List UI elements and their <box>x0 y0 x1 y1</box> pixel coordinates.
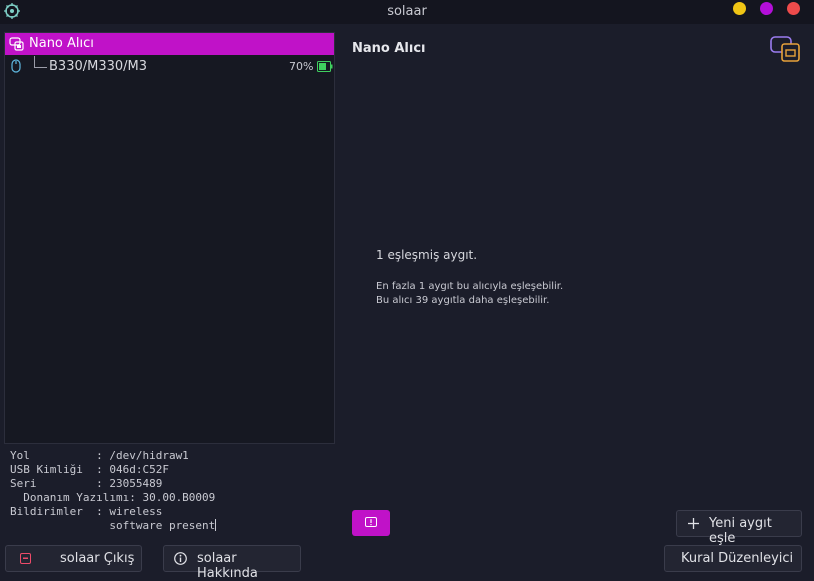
quit-button-label: solaar Çıkış <box>60 551 135 566</box>
window-title: solaar <box>387 4 427 19</box>
pairing-info: En fazla 1 aygıt bu alıcıyla eşleşebilir… <box>376 280 563 308</box>
info-icon <box>174 552 187 565</box>
maximize-button[interactable] <box>760 2 773 15</box>
tree-row-receiver[interactable]: Nano Alıcı <box>5 33 334 55</box>
pairing-info-line: En fazla 1 aygıt bu alıcıyla eşleşebilir… <box>376 281 564 292</box>
about-button-label: solaar Hakkında <box>197 551 258 581</box>
device-label: B330/M330/M3 <box>49 59 148 74</box>
pair-new-device-button[interactable]: Yeni aygıt eşle <box>676 510 802 546</box>
mouse-icon <box>11 59 21 73</box>
receiver-icon <box>9 37 24 51</box>
rule-editor-label: Kural Düzenleyici <box>681 551 794 566</box>
info-line: software present <box>10 519 216 532</box>
details-title: Nano Alıcı <box>352 41 426 56</box>
about-button[interactable]: solaar Hakkında <box>163 545 301 581</box>
rule-editor-button[interactable]: Kural Düzenleyici <box>664 545 802 572</box>
info-line: Donanım Yazılımı: 30.00.B0009 <box>10 491 216 504</box>
receiver-large-icon <box>770 36 800 62</box>
plus-icon <box>688 518 699 529</box>
notification-button[interactable] <box>352 510 390 536</box>
text-cursor <box>215 519 217 531</box>
battery-percentage: 70% <box>289 60 314 73</box>
pair-button-label: Yeni aygıt eşle <box>709 516 772 546</box>
paired-count: 1 eşleşmiş aygıt. <box>376 248 478 262</box>
title-bar: solaar <box>0 0 814 24</box>
tree-connector <box>34 56 47 68</box>
pairing-info-line: Bu alıcı 39 aygıtla daha eşleşebilir. <box>376 295 550 306</box>
info-line: Yol : /dev/hidraw1 <box>10 449 189 462</box>
close-button[interactable] <box>787 2 800 15</box>
tree-row-device[interactable]: B330/M330/M3 70% <box>5 56 334 78</box>
info-line: Bildirimler : wireless <box>10 505 163 518</box>
alert-icon <box>365 517 377 527</box>
quit-icon <box>20 553 31 564</box>
device-tree[interactable]: Nano Alıcı B330/M330/M3 70% <box>4 32 335 444</box>
battery-icon <box>317 61 333 72</box>
info-line: USB Kimliği : 046d:C52F <box>10 463 169 476</box>
quit-button[interactable]: solaar Çıkış <box>5 545 142 572</box>
device-info: Yol : /dev/hidraw1 USB Kimliği : 046d:C5… <box>10 449 217 533</box>
receiver-label: Nano Alıcı <box>29 36 94 51</box>
info-line: Seri : 23055489 <box>10 477 163 490</box>
minimize-button[interactable] <box>733 2 746 15</box>
